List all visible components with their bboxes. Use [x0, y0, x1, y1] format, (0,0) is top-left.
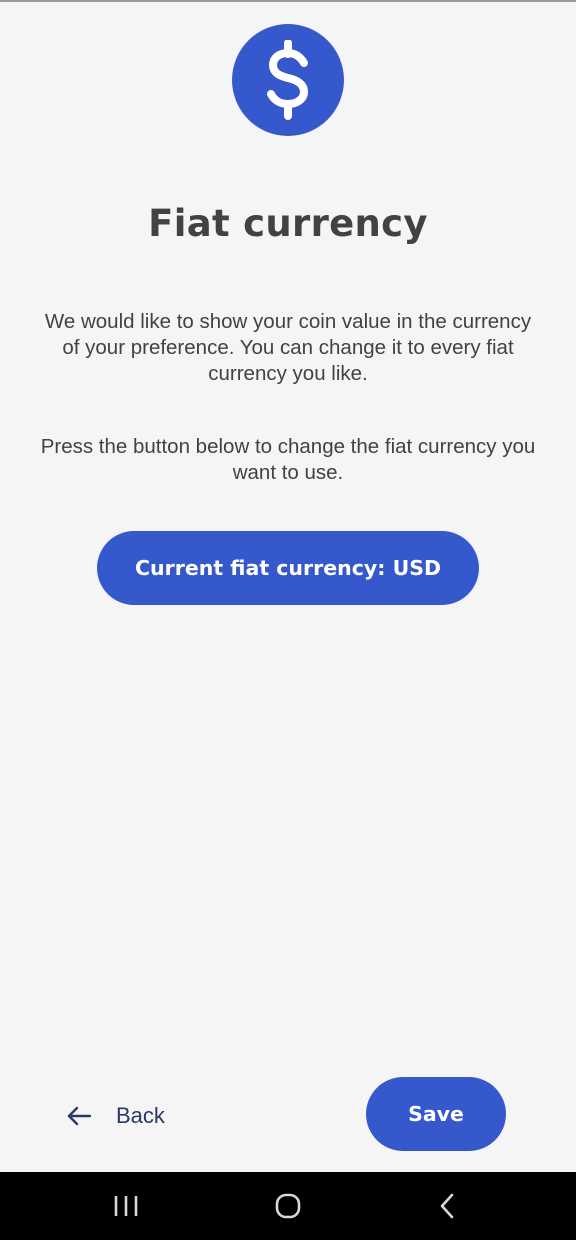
page-title: Fiat currency — [148, 202, 428, 245]
system-back-button[interactable] — [408, 1172, 488, 1240]
arrow-left-icon — [66, 1106, 92, 1126]
back-button[interactable]: Back — [66, 1094, 196, 1138]
save-button[interactable]: Save — [366, 1077, 506, 1151]
instruction-text: Press the button below to change the fia… — [40, 435, 536, 484]
chevron-left-icon — [438, 1192, 458, 1220]
home-button[interactable] — [248, 1172, 328, 1240]
system-navigation-bar — [0, 1172, 576, 1240]
home-icon — [274, 1192, 302, 1220]
back-label: Back — [116, 1103, 165, 1128]
dollar-sign-icon — [232, 24, 344, 136]
top-divider — [0, 0, 576, 2]
recent-apps-button[interactable] — [86, 1172, 166, 1240]
recent-apps-icon — [113, 1194, 139, 1218]
change-currency-button[interactable]: Current fiat currency: USD — [97, 531, 479, 605]
description-text: We would like to show your coin value in… — [44, 310, 532, 385]
